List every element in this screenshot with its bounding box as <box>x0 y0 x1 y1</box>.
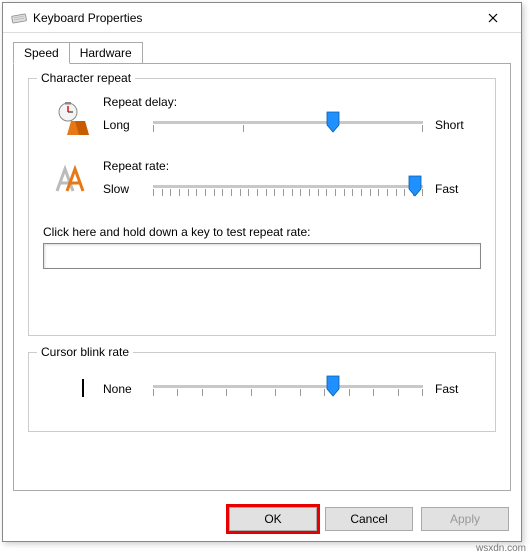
repeat-rate-left-label: Slow <box>103 182 149 196</box>
repeat-rate-slider[interactable] <box>153 177 423 201</box>
cursor-blink-left-label: None <box>103 382 149 396</box>
tab-speed[interactable]: Speed <box>13 42 70 64</box>
group-legend-character-repeat: Character repeat <box>37 71 135 85</box>
tab-hardware[interactable]: Hardware <box>69 42 143 64</box>
dialog-buttons: OK Cancel Apply <box>229 507 509 531</box>
tab-content-speed: Character repeat Rep <box>13 63 511 491</box>
repeat-delay-icon <box>43 95 103 135</box>
repeat-delay-right-label: Short <box>435 118 481 132</box>
repeat-rate-label: Repeat rate: <box>103 159 481 173</box>
group-legend-cursor-blink: Cursor blink rate <box>37 345 133 359</box>
repeat-rate-icon <box>43 159 103 195</box>
repeat-delay-slider[interactable] <box>153 113 423 137</box>
window-title: Keyboard Properties <box>33 11 473 25</box>
tab-strip: Speed Hardware <box>13 41 511 63</box>
repeat-delay-thumb[interactable] <box>326 111 340 133</box>
watermark-text: wsxdn.com <box>476 543 526 554</box>
repeat-delay-label: Repeat delay: <box>103 95 481 109</box>
close-button[interactable] <box>473 4 513 32</box>
row-repeat-rate: Repeat rate: Slow <box>43 159 481 201</box>
cancel-button[interactable]: Cancel <box>325 507 413 531</box>
group-cursor-blink: Cursor blink rate None <box>28 352 496 432</box>
keyboard-properties-window: Keyboard Properties Speed Hardware Chara… <box>2 2 522 542</box>
repeat-delay-left-label: Long <box>103 118 149 132</box>
cursor-blink-thumb[interactable] <box>326 375 340 397</box>
test-repeat-label: Click here and hold down a key to test r… <box>43 225 481 239</box>
client-area: Speed Hardware Character repeat <box>3 33 521 491</box>
cursor-blink-slider[interactable] <box>153 377 423 401</box>
cursor-blink-right-label: Fast <box>435 382 481 396</box>
row-repeat-delay: Repeat delay: Long Short <box>43 95 481 137</box>
keyboard-icon <box>11 10 27 26</box>
repeat-rate-thumb[interactable] <box>408 175 422 197</box>
repeat-rate-right-label: Fast <box>435 182 481 196</box>
apply-button[interactable]: Apply <box>421 507 509 531</box>
ok-button[interactable]: OK <box>229 507 317 531</box>
cursor-blink-preview <box>43 377 103 397</box>
group-character-repeat: Character repeat Rep <box>28 78 496 336</box>
test-repeat-input[interactable] <box>43 243 481 269</box>
titlebar: Keyboard Properties <box>3 3 521 33</box>
